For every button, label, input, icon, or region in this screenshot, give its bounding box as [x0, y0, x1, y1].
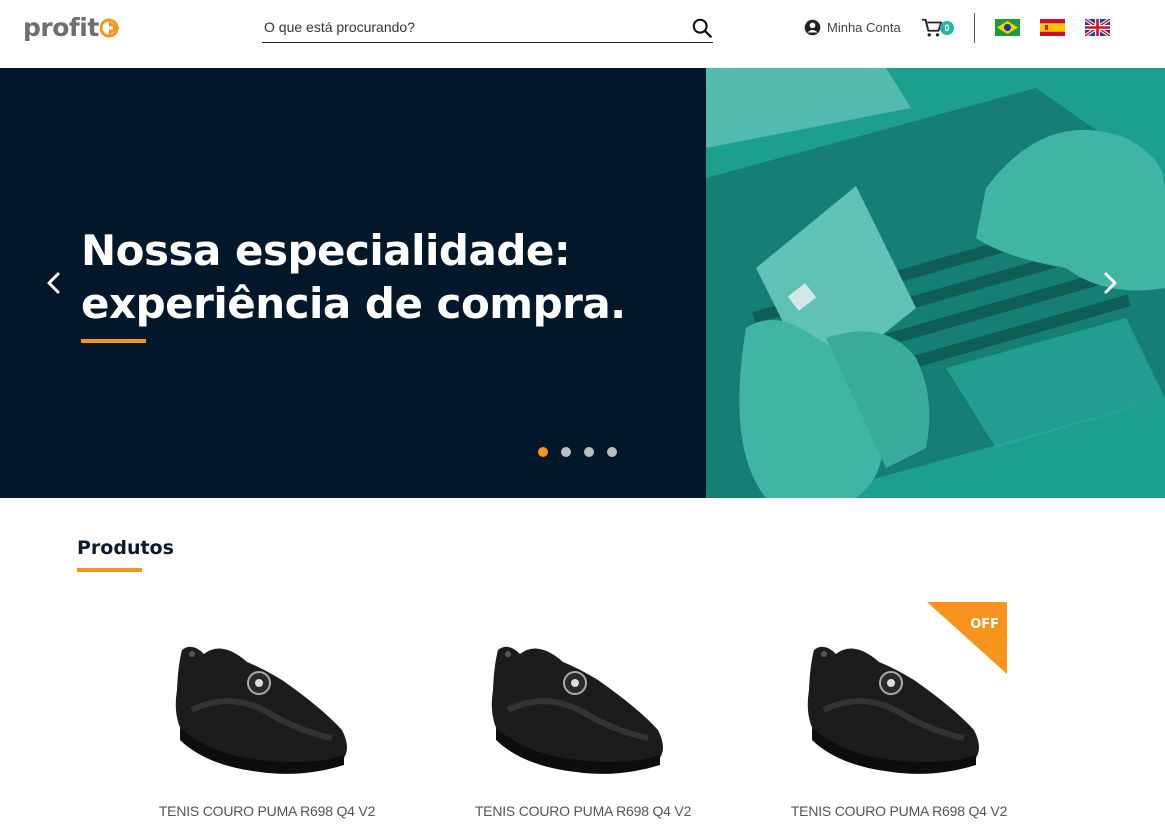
carousel-dot-2[interactable] [561, 447, 571, 457]
product-card[interactable]: TENIS COURO PUMA R698 Q4 V2 [132, 600, 402, 828]
carousel-dots [538, 447, 630, 457]
product-image-sneaker [175, 646, 347, 774]
logo-arrow-icon [99, 18, 120, 38]
account-label: Minha Conta [827, 19, 901, 35]
cart-count-badge: 0 [940, 21, 954, 35]
hero-image-laptop-card [706, 68, 1165, 498]
off-badge-shape [927, 602, 1007, 674]
section-title: Produtos [77, 537, 174, 559]
site-header: profit Minha Conta 0 [0, 0, 1165, 68]
flag-brazil-icon[interactable] [995, 19, 1020, 36]
header-divider [974, 13, 975, 43]
flag-uk-icon[interactable] [1085, 19, 1110, 36]
chevron-right-icon[interactable] [1098, 270, 1122, 296]
off-badge-label: OFF [970, 617, 999, 632]
hero-title-line-2: experiência de compra. [81, 279, 626, 328]
product-card[interactable]: OFF TENIS COURO PUMA R698 Q4 V2 [764, 600, 1034, 828]
carousel-dot-3[interactable] [584, 447, 594, 457]
account-link[interactable]: Minha Conta [804, 17, 901, 37]
user-icon [804, 19, 821, 35]
carousel-dot-4[interactable] [607, 447, 617, 457]
logo-text: profit [23, 12, 99, 42]
off-badge: OFF [927, 602, 1007, 674]
product-name[interactable]: TENIS COURO PUMA R698 Q4 V2 [132, 803, 402, 819]
search-input[interactable] [264, 16, 674, 38]
hero-carousel: Nossa especialidade: experiência de comp… [0, 68, 1165, 498]
product-card[interactable]: TENIS COURO PUMA R698 Q4 V2 [448, 600, 718, 828]
product-image-sneaker [491, 646, 663, 774]
carousel-dot-1[interactable] [538, 447, 548, 457]
section-title-underline [77, 568, 142, 572]
chevron-left-icon[interactable] [42, 270, 66, 296]
search-icon[interactable] [691, 17, 713, 39]
hero-title-underline [81, 339, 146, 343]
product-name[interactable]: TENIS COURO PUMA R698 Q4 V2 [448, 803, 718, 819]
profit-logo[interactable]: profit [23, 11, 124, 43]
hero-illustration [706, 68, 1165, 498]
product-name[interactable]: TENIS COURO PUMA R698 Q4 V2 [764, 803, 1034, 819]
hero-title: Nossa especialidade: experiência de comp… [81, 224, 681, 330]
hero-title-line-1: Nossa especialidade: [81, 226, 571, 275]
cart-button[interactable]: 0 [921, 17, 957, 39]
search-bar [262, 12, 713, 43]
flag-spain-icon[interactable] [1040, 19, 1065, 36]
